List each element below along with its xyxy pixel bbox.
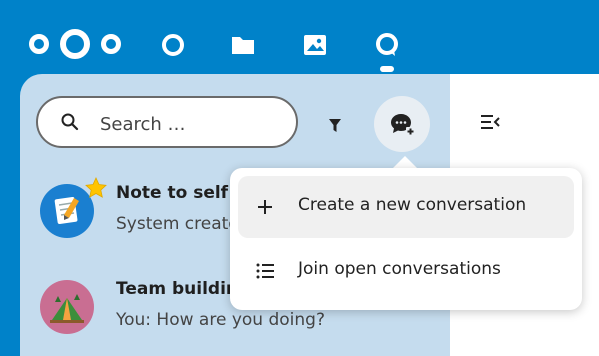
nextcloud-logo[interactable] [28,29,122,59]
filter-icon[interactable] [320,110,350,140]
conversation-subtitle: You: How are you doing? [116,310,325,330]
new-conversation-menu: Create a new conversation Join open conv… [230,168,582,310]
dashboard-circle-icon[interactable] [160,32,186,58]
list-icon [256,263,274,279]
toggle-sidebar-icon[interactable] [478,112,502,132]
image-icon[interactable] [302,32,328,58]
conversation-title: Note to self [116,183,229,203]
search-box[interactable] [36,96,298,148]
note-avatar [40,177,107,238]
tent-icon [50,294,84,323]
menu-item-label: Create a new conversation [298,195,527,215]
top-header [0,0,599,72]
search-icon [61,113,79,131]
folder-icon[interactable] [230,32,256,58]
chat-plus-icon [391,114,415,136]
star-icon [85,177,107,198]
plus-icon [258,200,272,214]
new-conversation-button[interactable] [374,96,430,152]
active-app-indicator [380,66,394,72]
menu-item-create-conversation[interactable]: Create a new conversation [238,176,574,238]
menu-item-join-conversations[interactable]: Join open conversations [238,240,574,302]
talk-icon[interactable] [374,32,400,58]
team-avatar [40,280,94,334]
menu-item-label: Join open conversations [298,259,501,279]
search-input[interactable] [98,108,282,140]
